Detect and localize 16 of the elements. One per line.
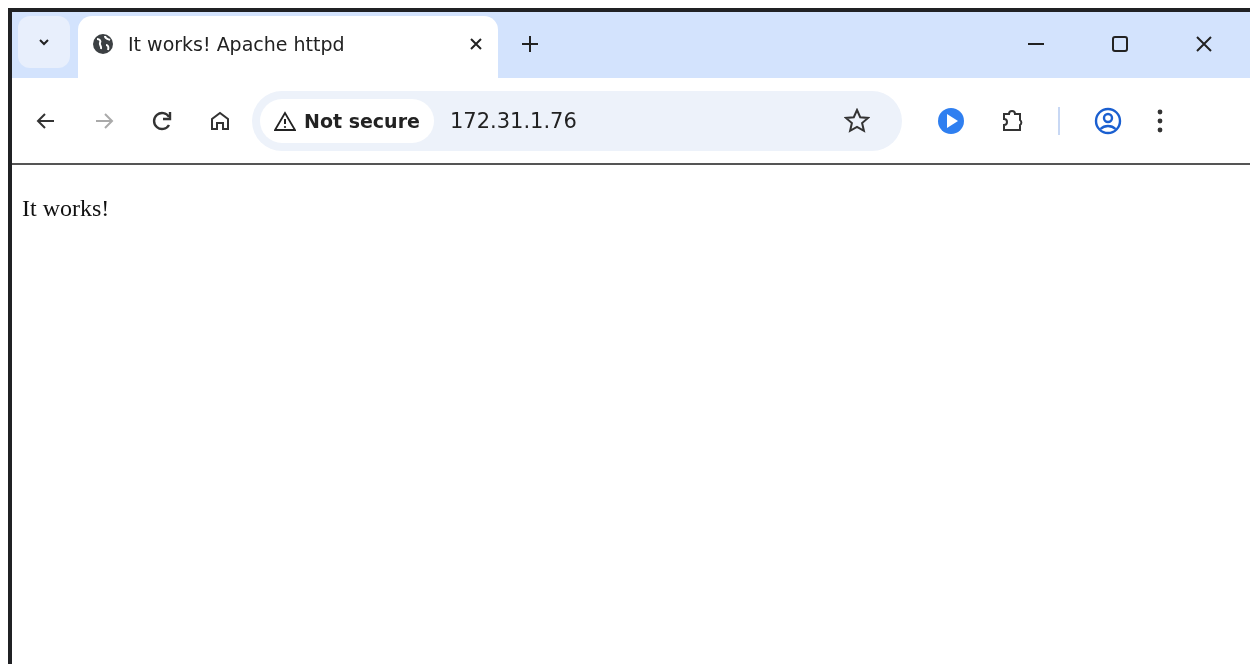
page-text: It works! — [22, 195, 111, 222]
warning-icon — [274, 110, 296, 131]
tab-title: It works! Apache httpd — [128, 33, 346, 55]
star-icon[interactable] — [844, 107, 870, 134]
security-chip[interactable]: Not secure — [260, 98, 434, 143]
play-extension-icon[interactable] — [936, 105, 966, 136]
maximize-icon[interactable] — [1110, 34, 1130, 54]
close-icon[interactable] — [468, 36, 484, 52]
close-window-icon[interactable] — [1194, 34, 1214, 54]
new-tab-icon[interactable] — [520, 34, 540, 54]
address-bar[interactable]: Not secure 172.31.1.76 — [252, 90, 902, 151]
url-text: 172.31.1.76 — [449, 108, 577, 133]
browser-tab[interactable]: It works! Apache httpd — [78, 16, 498, 78]
profile-icon[interactable] — [1094, 106, 1122, 135]
menu-icon[interactable] — [1156, 107, 1164, 134]
globe-icon — [92, 33, 114, 55]
